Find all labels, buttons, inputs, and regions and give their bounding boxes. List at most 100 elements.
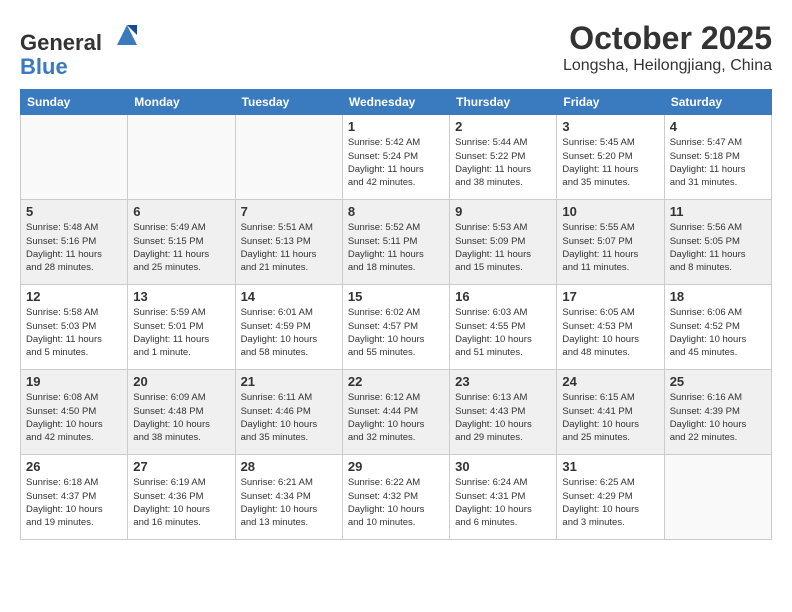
header-sunday: Sunday: [21, 90, 128, 115]
day-info: Sunrise: 5:53 AMSunset: 5:09 PMDaylight:…: [455, 221, 551, 274]
week-row-0: 1 Sunrise: 5:42 AMSunset: 5:24 PMDaylight…: [21, 115, 772, 200]
day-number: 23: [455, 374, 551, 389]
day-number: 14: [241, 289, 337, 304]
day-cell-26: 26 Sunrise: 6:18 AMSunset: 4:37 PMDayligh…: [21, 455, 128, 540]
day-info: Sunrise: 5:59 AMSunset: 5:01 PMDaylight:…: [133, 306, 229, 359]
day-cell-10: 10Sunrise: 5:55 AMSunset: 5:07 PMDayligh…: [557, 200, 664, 285]
day-number: 11: [670, 204, 766, 219]
calendar-header-row: SundayMondayTuesdayWednesdayThursdayFrid…: [21, 90, 772, 115]
day-info: Sunrise: 5:47 AMSunset: 5:18 PMDaylight:…: [670, 136, 766, 189]
logo-icon: [112, 20, 142, 50]
day-cell-2: 2 Sunrise: 5:44 AMSunset: 5:22 PMDaylight…: [450, 115, 557, 200]
empty-cell: [664, 455, 771, 540]
day-number: 30: [455, 459, 551, 474]
day-cell-18: 18 Sunrise: 6:06 AMSunset: 4:52 PMDayligh…: [664, 285, 771, 370]
day-cell-9: 9 Sunrise: 5:53 AMSunset: 5:09 PMDaylight…: [450, 200, 557, 285]
day-info: Sunrise: 6:16 AMSunset: 4:39 PMDaylight:…: [670, 391, 766, 444]
title-block: October 2025 Longsha, Heilongjiang, Chin…: [563, 20, 772, 75]
day-cell-20: 20 Sunrise: 6:09 AMSunset: 4:48 PMDayligh…: [128, 370, 235, 455]
day-info: Sunrise: 6:22 AMSunset: 4:32 PMDaylight:…: [348, 476, 444, 529]
header-thursday: Thursday: [450, 90, 557, 115]
header-wednesday: Wednesday: [342, 90, 449, 115]
day-info: Sunrise: 5:42 AMSunset: 5:24 PMDaylight:…: [348, 136, 444, 189]
day-number: 16: [455, 289, 551, 304]
day-cell-31: 31 Sunrise: 6:25 AMSunset: 4:29 PMDayligh…: [557, 455, 664, 540]
day-number: 31: [562, 459, 658, 474]
day-info: Sunrise: 6:12 AMSunset: 4:44 PMDaylight:…: [348, 391, 444, 444]
empty-cell: [235, 115, 342, 200]
logo-blue-text: Blue: [20, 54, 68, 79]
logo: General Blue: [20, 20, 142, 79]
day-number: 5: [26, 204, 122, 219]
day-number: 9: [455, 204, 551, 219]
day-number: 28: [241, 459, 337, 474]
day-info: Sunrise: 5:44 AMSunset: 5:22 PMDaylight:…: [455, 136, 551, 189]
day-info: Sunrise: 6:24 AMSunset: 4:31 PMDaylight:…: [455, 476, 551, 529]
day-cell-19: 19 Sunrise: 6:08 AMSunset: 4:50 PMDayligh…: [21, 370, 128, 455]
day-cell-28: 28Sunrise: 6:21 AMSunset: 4:34 PMDayligh…: [235, 455, 342, 540]
day-info: Sunrise: 6:25 AMSunset: 4:29 PMDaylight:…: [562, 476, 658, 529]
week-row-2: 12Sunrise: 5:58 AMSunset: 5:03 PMDayligh…: [21, 285, 772, 370]
day-info: Sunrise: 6:11 AMSunset: 4:46 PMDaylight:…: [241, 391, 337, 444]
day-number: 2: [455, 119, 551, 134]
day-number: 7: [241, 204, 337, 219]
week-row-4: 26 Sunrise: 6:18 AMSunset: 4:37 PMDayligh…: [21, 455, 772, 540]
day-number: 26: [26, 459, 122, 474]
day-cell-12: 12Sunrise: 5:58 AMSunset: 5:03 PMDayligh…: [21, 285, 128, 370]
day-cell-5: 5 Sunrise: 5:48 AMSunset: 5:16 PMDaylight…: [21, 200, 128, 285]
day-info: Sunrise: 6:03 AMSunset: 4:55 PMDaylight:…: [455, 306, 551, 359]
day-number: 29: [348, 459, 444, 474]
location-text: Longsha, Heilongjiang, China: [563, 57, 772, 75]
day-info: Sunrise: 6:08 AMSunset: 4:50 PMDaylight:…: [26, 391, 122, 444]
day-number: 22: [348, 374, 444, 389]
empty-cell: [128, 115, 235, 200]
month-title: October 2025: [563, 20, 772, 57]
day-info: Sunrise: 6:05 AMSunset: 4:53 PMDaylight:…: [562, 306, 658, 359]
day-number: 25: [670, 374, 766, 389]
day-info: Sunrise: 6:15 AMSunset: 4:41 PMDaylight:…: [562, 391, 658, 444]
day-info: Sunrise: 5:49 AMSunset: 5:15 PMDaylight:…: [133, 221, 229, 274]
day-cell-22: 22 Sunrise: 6:12 AMSunset: 4:44 PMDayligh…: [342, 370, 449, 455]
day-info: Sunrise: 5:51 AMSunset: 5:13 PMDaylight:…: [241, 221, 337, 274]
day-info: Sunrise: 5:45 AMSunset: 5:20 PMDaylight:…: [562, 136, 658, 189]
calendar-body: 1 Sunrise: 5:42 AMSunset: 5:24 PMDaylight…: [21, 115, 772, 540]
day-cell-7: 7 Sunrise: 5:51 AMSunset: 5:13 PMDaylight…: [235, 200, 342, 285]
day-cell-17: 17 Sunrise: 6:05 AMSunset: 4:53 PMDayligh…: [557, 285, 664, 370]
day-number: 6: [133, 204, 229, 219]
day-number: 15: [348, 289, 444, 304]
day-number: 3: [562, 119, 658, 134]
logo-general-text: General: [20, 30, 102, 55]
day-cell-11: 11 Sunrise: 5:56 AMSunset: 5:05 PMDayligh…: [664, 200, 771, 285]
day-info: Sunrise: 6:06 AMSunset: 4:52 PMDaylight:…: [670, 306, 766, 359]
day-number: 13: [133, 289, 229, 304]
day-info: Sunrise: 6:01 AMSunset: 4:59 PMDaylight:…: [241, 306, 337, 359]
day-number: 20: [133, 374, 229, 389]
day-info: Sunrise: 6:18 AMSunset: 4:37 PMDaylight:…: [26, 476, 122, 529]
day-info: Sunrise: 5:52 AMSunset: 5:11 PMDaylight:…: [348, 221, 444, 274]
header-monday: Monday: [128, 90, 235, 115]
day-cell-25: 25 Sunrise: 6:16 AMSunset: 4:39 PMDayligh…: [664, 370, 771, 455]
day-cell-23: 23Sunrise: 6:13 AMSunset: 4:43 PMDayligh…: [450, 370, 557, 455]
day-info: Sunrise: 5:48 AMSunset: 5:16 PMDaylight:…: [26, 221, 122, 274]
day-cell-4: 4Sunrise: 5:47 AMSunset: 5:18 PMDaylight…: [664, 115, 771, 200]
day-number: 21: [241, 374, 337, 389]
day-number: 19: [26, 374, 122, 389]
day-number: 1: [348, 119, 444, 134]
day-cell-27: 27Sunrise: 6:19 AMSunset: 4:36 PMDayligh…: [128, 455, 235, 540]
day-cell-14: 14 Sunrise: 6:01 AMSunset: 4:59 PMDayligh…: [235, 285, 342, 370]
header-tuesday: Tuesday: [235, 90, 342, 115]
day-cell-6: 6 Sunrise: 5:49 AMSunset: 5:15 PMDaylight…: [128, 200, 235, 285]
day-info: Sunrise: 5:58 AMSunset: 5:03 PMDaylight:…: [26, 306, 122, 359]
day-number: 17: [562, 289, 658, 304]
day-info: Sunrise: 5:55 AMSunset: 5:07 PMDaylight:…: [562, 221, 658, 274]
day-info: Sunrise: 6:02 AMSunset: 4:57 PMDaylight:…: [348, 306, 444, 359]
day-info: Sunrise: 6:09 AMSunset: 4:48 PMDaylight:…: [133, 391, 229, 444]
week-row-3: 19 Sunrise: 6:08 AMSunset: 4:50 PMDayligh…: [21, 370, 772, 455]
day-cell-1: 1 Sunrise: 5:42 AMSunset: 5:24 PMDaylight…: [342, 115, 449, 200]
day-number: 8: [348, 204, 444, 219]
header-saturday: Saturday: [664, 90, 771, 115]
day-cell-8: 8 Sunrise: 5:52 AMSunset: 5:11 PMDaylight…: [342, 200, 449, 285]
day-number: 18: [670, 289, 766, 304]
day-cell-15: 15 Sunrise: 6:02 AMSunset: 4:57 PMDayligh…: [342, 285, 449, 370]
day-info: Sunrise: 5:56 AMSunset: 5:05 PMDaylight:…: [670, 221, 766, 274]
